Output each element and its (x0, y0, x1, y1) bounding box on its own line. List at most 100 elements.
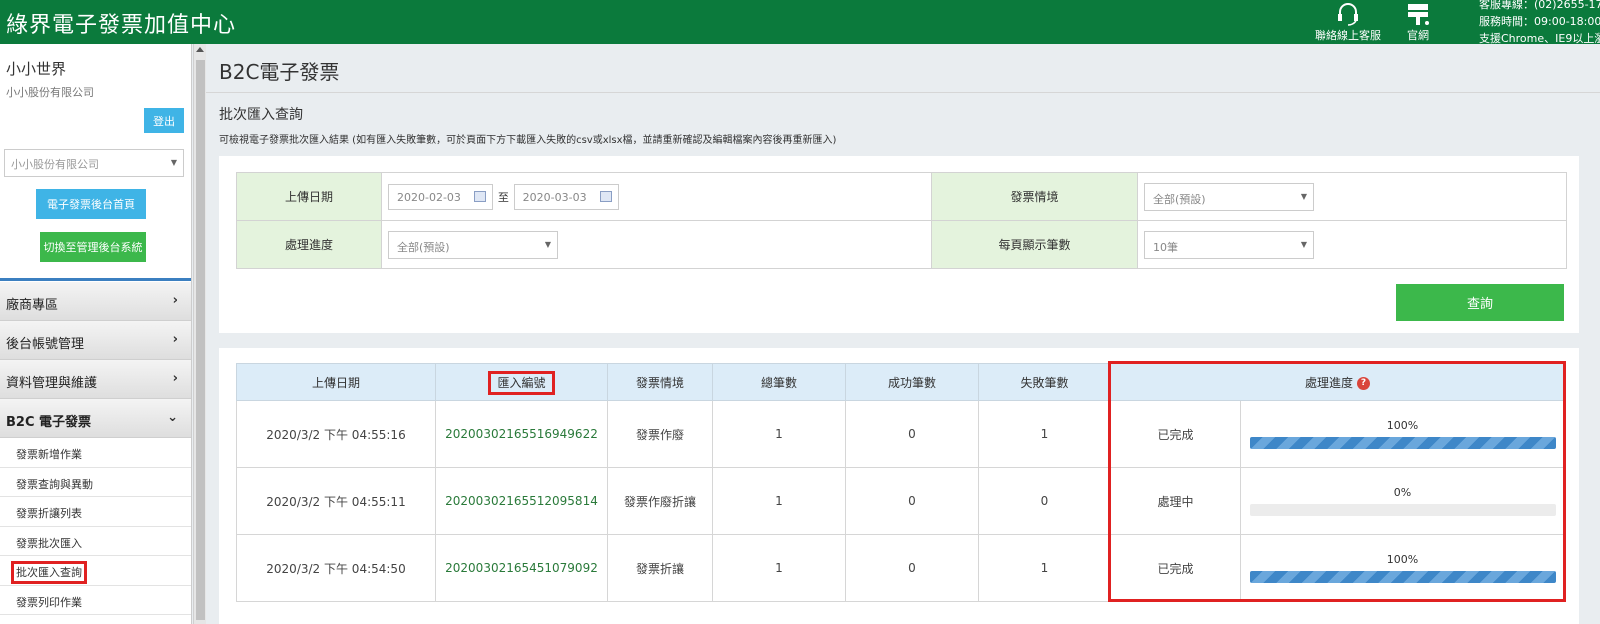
col-header-progress[interactable]: 處理進度? (1109, 363, 1566, 401)
sidebar-item-accounts[interactable]: 後台帳號管理 › (0, 321, 191, 360)
row-import-id-link[interactable]: 20200302165451079092 (435, 534, 608, 602)
scenario-label: 發票情境 (931, 172, 1138, 221)
submenu-item-batch-import-query[interactable]: 批次匯入查詢 (0, 556, 191, 586)
sidebar-divider (0, 278, 191, 281)
submenu-item-allowance-list[interactable]: 發票折讓列表 (0, 497, 191, 527)
submenu-item-print-invoice[interactable]: 發票列印作業 (0, 586, 191, 615)
chevron-down-icon: ▼ (170, 158, 177, 167)
official-site-link[interactable]: 官網 (1400, 0, 1436, 43)
scroll-up-icon[interactable] (196, 47, 204, 52)
calendar-icon[interactable] (599, 190, 612, 202)
headset-icon (1338, 3, 1358, 26)
sidebar-scrollbar[interactable] (193, 44, 206, 624)
website-icon (1408, 4, 1429, 25)
scenario-cell: 全部(預設) ▼ (1137, 172, 1567, 221)
table-row: 2020/3/2 下午 04:55:11 2020030216551209581… (236, 467, 1566, 535)
date-from-input[interactable]: 2020-02-03 (388, 183, 493, 210)
page-size-select-value: 10筆 (1153, 240, 1178, 254)
submenu-item-query-invoice[interactable]: 發票查詢與異動 (0, 468, 191, 497)
row-status: 已完成 (1110, 534, 1241, 602)
row-upload-date: 2020/3/2 下午 04:55:16 (236, 400, 436, 468)
query-button[interactable]: 查詢 (1396, 284, 1564, 321)
progress-label: 處理進度 (236, 220, 382, 269)
date-from-value: 2020-02-03 (397, 190, 461, 204)
submenu-label: 批次匯入查詢 (11, 561, 87, 584)
row-success: 0 (845, 400, 979, 468)
page-size-label: 每頁顯示筆數 (931, 220, 1138, 269)
filter-panel: 上傳日期 2020-02-03 至 2020-03-03 發票情境 全部(預設)… (219, 156, 1579, 333)
scenario-select[interactable]: 全部(預設) ▼ (1144, 182, 1314, 211)
row-fail: 0 (978, 467, 1111, 535)
progress-select-value: 全部(預設) (397, 240, 450, 254)
page-size-select[interactable]: 10筆 ▼ (1144, 230, 1314, 259)
title-divider (206, 92, 1600, 93)
chevron-right-icon: › (172, 332, 178, 347)
submenu-label: 發票折讓列表 (16, 507, 82, 520)
submenu-label: 發票新增作業 (16, 448, 82, 461)
chevron-right-icon: › (172, 293, 178, 308)
browser-support: 支援Chrome、IE9以上瀏 (1479, 32, 1600, 45)
row-import-id-link[interactable]: 20200302165516949622 (435, 400, 608, 468)
sidebar-item-vendor[interactable]: 廠商專區 › (0, 282, 191, 321)
scenario-select-value: 全部(預設) (1153, 192, 1206, 206)
col-header-import-id[interactable]: 匯入編號 (435, 363, 608, 401)
logout-button[interactable]: 登出 (144, 108, 184, 133)
chevron-down-icon: ▼ (1300, 239, 1307, 249)
online-support-link[interactable]: 聯絡線上客服 (1312, 0, 1384, 43)
page-title: B2C電子發票 (219, 60, 340, 84)
import-id-header-label: 匯入編號 (488, 370, 555, 395)
submenu-label: 發票批次匯入 (16, 536, 82, 550)
submenu-label: 發票查詢與異動 (16, 477, 93, 491)
row-import-id-link[interactable]: 20200302165512095814 (435, 467, 608, 535)
row-fail: 1 (978, 534, 1111, 602)
progress-bar (1249, 504, 1556, 516)
company-select[interactable]: 小小股份有限公司 ▼ (4, 149, 184, 177)
result-panel: 上傳日期 匯入編號 發票情境 總筆數 成功筆數 失敗筆數 處理進度? 2020/… (219, 348, 1579, 624)
row-fail: 1 (978, 400, 1111, 468)
col-header-success[interactable]: 成功筆數 (845, 363, 979, 401)
row-scenario: 發票作廢 (607, 400, 713, 468)
submenu-item-batch-import[interactable]: 發票批次匯入 (0, 527, 191, 556)
sidebar-item-label: 資料管理與維護 (6, 376, 98, 391)
date-separator: 至 (497, 190, 509, 204)
submenu-label: 發票列印作業 (16, 595, 82, 609)
upload-date-label: 上傳日期 (236, 172, 382, 221)
row-status: 處理中 (1110, 467, 1241, 535)
scrollbar-thumb[interactable] (196, 60, 205, 620)
help-icon[interactable]: ? (1357, 376, 1371, 390)
col-header-upload-date[interactable]: 上傳日期 (236, 363, 436, 401)
section-description: 可檢視電子發票批次匯入結果 (如有匯入失敗筆數，可於頁面下方下載匯入失敗的csv… (219, 135, 837, 146)
date-to-input[interactable]: 2020-03-03 (513, 183, 619, 210)
col-header-scenario[interactable]: 發票情境 (607, 363, 713, 401)
table-row: 2020/3/2 下午 04:55:16 2020030216551694962… (236, 400, 1566, 468)
progress-bar (1249, 437, 1556, 449)
col-header-fail[interactable]: 失敗筆數 (978, 363, 1111, 401)
online-support-label: 聯絡線上客服 (1315, 29, 1381, 42)
sidebar-item-data-management[interactable]: 資料管理與維護 › (0, 360, 191, 399)
sidebar-item-label: 後台帳號管理 (6, 337, 85, 352)
invoice-home-button[interactable]: 電子發票後台首頁 (36, 189, 146, 219)
table-header-row: 上傳日期 匯入編號 發票情境 總筆數 成功筆數 失敗筆數 處理進度? (236, 363, 1566, 401)
service-info: 客服專線：(02)2655-17 服務時間：09:00-18:00 支援Chro… (1479, 0, 1600, 47)
row-total: 1 (712, 467, 846, 535)
sidebar: 小小世界 小小股份有限公司 登出 小小股份有限公司 ▼ 電子發票後台首頁 切換至… (0, 44, 192, 624)
submenu-item-add-invoice[interactable]: 發票新增作業 (0, 438, 191, 468)
sidebar-item-label: 廠商專區 (6, 298, 59, 313)
row-progress: 0% (1239, 467, 1566, 535)
chevron-down-icon: ⌄ (167, 410, 178, 425)
switch-admin-button[interactable]: 切換至管理後台系統 (40, 232, 146, 262)
col-header-total[interactable]: 總筆數 (712, 363, 846, 401)
row-success: 0 (845, 467, 979, 535)
chevron-down-icon: ▼ (1300, 191, 1307, 201)
row-total: 1 (712, 534, 846, 602)
sidebar-item-label: B2C 電子發票 (6, 415, 92, 430)
progress-select[interactable]: 全部(預設) ▼ (388, 230, 558, 259)
page-size-cell: 10筆 ▼ (1137, 220, 1567, 269)
row-success: 0 (845, 534, 979, 602)
official-site-label: 官網 (1407, 29, 1429, 42)
calendar-icon[interactable] (474, 190, 486, 202)
progress-percent: 100% (1386, 419, 1419, 432)
sidebar-item-b2c-invoice[interactable]: B2C 電子發票 ⌄ (0, 399, 191, 438)
row-upload-date: 2020/3/2 下午 04:55:11 (236, 467, 436, 535)
top-header: 綠界電子發票加值中心 聯絡線上客服 官網 客服專線：(02)2655-17 服務… (0, 0, 1600, 47)
